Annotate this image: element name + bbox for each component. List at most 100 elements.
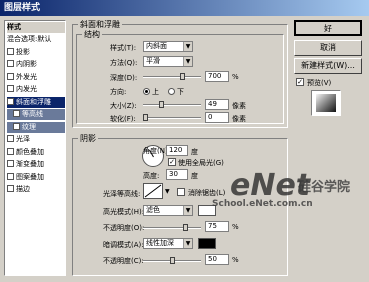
direction-down-radio[interactable] — [168, 88, 175, 95]
chevron-down-icon: ▼ — [183, 57, 192, 66]
depth-unit: % — [232, 73, 239, 81]
direction-label: 方向: — [110, 88, 127, 96]
soften-slider[interactable] — [143, 114, 201, 121]
cancel-button[interactable]: 取消 — [294, 40, 362, 56]
size-input[interactable]: 49 — [205, 99, 229, 110]
preview-checkbox[interactable]: ✓ — [296, 78, 304, 86]
style-list-item[interactable]: 颜色叠加 — [7, 147, 65, 158]
style-list-item-label: 纹理 — [22, 122, 36, 131]
style-list-item[interactable]: 外发光 — [7, 72, 65, 83]
depth-label: 深度(D): — [110, 74, 138, 82]
style-list-item-label: 等高线 — [22, 110, 43, 118]
altitude-input[interactable]: 30 — [166, 169, 188, 180]
highlight-opacity-slider[interactable] — [143, 224, 201, 231]
style-list-item[interactable]: 渐变叠加 — [7, 159, 65, 170]
shadow-opacity-slider[interactable] — [143, 257, 201, 264]
checkbox[interactable] — [7, 147, 14, 155]
style-list-item-label: 图案叠加 — [16, 172, 44, 181]
antialias-label: 消除锯齿(L) — [188, 189, 226, 197]
window-title: 图层样式 — [0, 0, 369, 16]
watermark-cn: 硅谷学院 — [298, 180, 351, 195]
checkbox[interactable] — [7, 60, 14, 67]
ok-button[interactable]: 好 — [294, 20, 362, 36]
checkbox[interactable] — [7, 72, 14, 80]
checkbox[interactable] — [7, 185, 14, 192]
chevron-down-icon: ▼ — [183, 42, 192, 51]
global-light-label: 使用全局光(G) — [178, 159, 224, 167]
style-list-item-label: 内阴影 — [16, 60, 37, 68]
style-select-value: 内斜面 — [146, 42, 167, 50]
chevron-down-icon: ▼ — [183, 206, 192, 215]
gloss-contour-preview[interactable] — [143, 183, 163, 199]
checkbox[interactable] — [13, 122, 20, 130]
shadow-mode-select[interactable]: 线性加深 ▼ — [143, 238, 193, 249]
shadow-opacity-label: 不透明度(C): — [103, 257, 144, 265]
checkbox[interactable] — [13, 110, 20, 117]
style-list-item[interactable]: 内发光 — [7, 84, 65, 95]
size-slider-thumb[interactable] — [158, 101, 164, 108]
style-list-item[interactable]: 斜面和浮雕 — [7, 96, 65, 108]
highlight-opacity-input[interactable]: 75 — [205, 221, 229, 232]
style-list-item-label: 内发光 — [16, 85, 37, 93]
angle-unit: 度 — [191, 148, 198, 156]
checkbox[interactable] — [7, 97, 14, 105]
style-list-item[interactable]: 内阴影 — [7, 59, 65, 70]
direction-up-label: 上 — [152, 88, 159, 96]
method-select[interactable]: 平滑 ▼ — [143, 56, 193, 67]
style-select[interactable]: 内斜面 ▼ — [143, 41, 193, 52]
style-list-item-label: 外发光 — [16, 72, 37, 81]
depth-slider-thumb[interactable] — [180, 73, 186, 80]
style-list-item-label: 渐变叠加 — [16, 160, 44, 168]
style-list-item[interactable]: 光泽 — [7, 134, 65, 145]
checkbox[interactable] — [7, 85, 14, 92]
shadow-opacity-input[interactable]: 50 — [205, 254, 229, 265]
global-light-checkbox[interactable]: ✓ — [168, 158, 176, 166]
style-list-item[interactable]: 投影 — [7, 47, 65, 58]
shadow-opacity-unit: % — [232, 256, 239, 264]
shading-title: 阴影 — [78, 133, 98, 144]
shadow-mode-value: 线性加深 — [146, 239, 174, 247]
direction-down-label: 下 — [177, 88, 184, 96]
highlight-mode-select[interactable]: 滤色 ▼ — [143, 205, 193, 216]
chevron-down-icon: ▼ — [183, 239, 192, 248]
style-preview-frame — [311, 90, 341, 116]
style-list-item-label: 斜面和浮雕 — [16, 97, 51, 106]
size-slider[interactable] — [143, 101, 201, 108]
highlight-mode-label: 高光模式(H): — [103, 208, 145, 216]
style-list-item[interactable]: 图案叠加 — [7, 172, 65, 183]
size-label: 大小(Z): — [110, 102, 137, 110]
new-style-button[interactable]: 新建样式(W)... — [294, 58, 362, 74]
checkbox[interactable] — [7, 160, 14, 167]
soften-input[interactable]: 0 — [205, 112, 229, 123]
style-list: 样式 混合选项:默认 投影 内阴影 外发光 内发光 斜面和浮雕 等高线 纹理 光泽 颜色叠加 渐变叠… — [4, 20, 66, 276]
method-label: 方法(Q): — [110, 59, 138, 67]
style-list-item[interactable]: 描边 — [7, 184, 65, 195]
checkbox[interactable] — [7, 172, 14, 180]
style-preview-swatch — [316, 94, 336, 112]
checkbox[interactable] — [7, 135, 14, 142]
shadow-mode-label: 暗调模式(A): — [103, 241, 144, 249]
soften-slider-thumb[interactable] — [143, 114, 148, 121]
style-list-item[interactable]: 混合选项:默认 — [7, 34, 65, 45]
shadow-color-swatch[interactable] — [198, 238, 216, 249]
structure-title: 结构 — [82, 29, 102, 40]
style-list-item[interactable]: 等高线 — [7, 109, 65, 120]
style-list-item-label: 混合选项:默认 — [7, 35, 52, 43]
depth-slider[interactable] — [143, 73, 201, 80]
style-label: 样式(T): — [110, 44, 137, 52]
shadow-opacity-thumb[interactable] — [169, 257, 175, 264]
antialias-checkbox[interactable] — [177, 188, 185, 196]
size-unit: 像素 — [232, 102, 246, 110]
depth-input[interactable]: 700 — [205, 71, 229, 82]
angle-input[interactable]: 120 — [166, 145, 188, 156]
style-list-item[interactable]: 纹理 — [7, 121, 65, 133]
gloss-contour-dropdown[interactable]: ▼ — [164, 183, 172, 199]
highlight-opacity-unit: % — [232, 223, 239, 231]
style-list-item-label: 光泽 — [16, 135, 30, 143]
direction-up-radio[interactable] — [143, 88, 150, 95]
style-list-item-label: 投影 — [16, 47, 30, 56]
highlight-opacity-thumb[interactable] — [182, 224, 188, 231]
style-list-item-label: 颜色叠加 — [16, 147, 44, 156]
checkbox[interactable] — [7, 47, 14, 55]
style-list-item-label: 描边 — [16, 185, 30, 193]
